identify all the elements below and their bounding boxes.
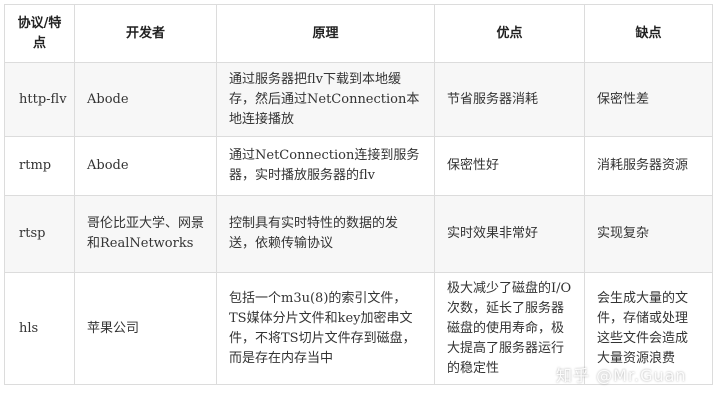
cell-principle: 通过NetConnection连接到服务器，实时播放服务器的flv bbox=[216, 136, 435, 196]
header-cons: 缺点 bbox=[584, 4, 713, 63]
cell-developer: Abode bbox=[74, 62, 217, 137]
cell-principle: 控制具有实时特性的数据的发送，依赖传输协议 bbox=[216, 195, 435, 273]
header-protocol: 协议/特点 bbox=[4, 4, 75, 63]
header-principle: 原理 bbox=[216, 4, 435, 63]
cell-cons-text: 会生成大量的文件，存储或处理这些文件会造成大量资源浪费 bbox=[597, 290, 689, 366]
cell-protocol: hls bbox=[4, 272, 75, 385]
header-developer: 开发者 bbox=[74, 4, 217, 63]
cell-protocol: http-flv bbox=[4, 62, 75, 137]
protocol-comparison-table: 协议/特点 开发者 原理 优点 缺点 http-flv Abode 通过服务器把… bbox=[4, 4, 713, 385]
cell-cons: 消耗服务器资源 bbox=[584, 136, 713, 196]
cell-pros-text: 极大减少了磁盘的I/O次数，延长了服务器磁盘的使用寿命，极大提高了服务器运行的稳… bbox=[447, 280, 572, 376]
cell-principle: 包括一个m3u(8)的索引文件，TS媒体分片文件和key加密串文件，不将TS切片… bbox=[216, 272, 435, 385]
header-pros: 优点 bbox=[434, 4, 585, 63]
table-row: rtsp 哥伦比亚大学、网景和RealNetworks 控制具有实时特性的数据的… bbox=[4, 195, 713, 273]
table-row: rtmp Abode 通过NetConnection连接到服务器，实时播放服务器… bbox=[4, 136, 713, 196]
table-row: http-flv Abode 通过服务器把flv下载到本地缓存，然后通过NetC… bbox=[4, 62, 713, 137]
cell-developer: 苹果公司 bbox=[74, 272, 217, 385]
table-header-row: 协议/特点 开发者 原理 优点 缺点 bbox=[4, 4, 713, 63]
zhihu-watermark: 知乎 @Mr.Guan bbox=[556, 366, 687, 385]
cell-developer: Abode bbox=[74, 136, 217, 196]
cell-protocol: rtsp bbox=[4, 195, 75, 273]
cell-developer: 哥伦比亚大学、网景和RealNetworks bbox=[74, 195, 217, 273]
cell-principle: 通过服务器把flv下载到本地缓存，然后通过NetConnection本地连接播放 bbox=[216, 62, 435, 137]
cell-pros: 节省服务器消耗 bbox=[434, 62, 585, 137]
cell-pros: 实时效果非常好 bbox=[434, 195, 585, 273]
cell-cons: 实现复杂 bbox=[584, 195, 713, 273]
comparison-table-container: 协议/特点 开发者 原理 优点 缺点 http-flv Abode 通过服务器把… bbox=[4, 4, 713, 385]
cell-protocol: rtmp bbox=[4, 136, 75, 196]
cell-pros: 保密性好 bbox=[434, 136, 585, 196]
cell-cons: 保密性差 bbox=[584, 62, 713, 137]
